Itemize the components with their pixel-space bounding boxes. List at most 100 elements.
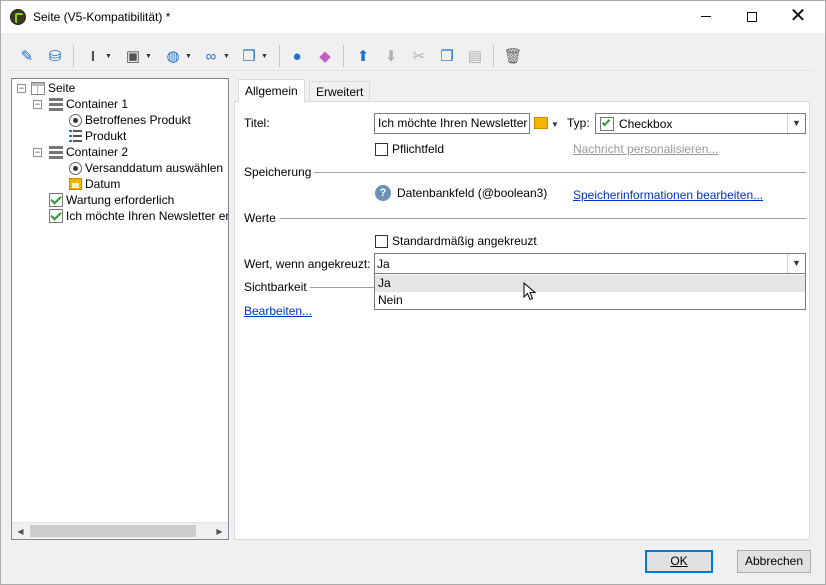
mouse-cursor-icon <box>523 282 537 301</box>
required-label: Pflichtfeld <box>392 142 445 156</box>
section-divider <box>280 218 806 219</box>
title-bar: Seite (V5-Kompatibilität) * ✕ <box>1 1 825 33</box>
radio-icon <box>67 112 83 128</box>
minimize-button[interactable] <box>683 1 729 33</box>
cancel-button-label: Abbrechen <box>744 554 804 568</box>
scroll-right-icon[interactable]: ▶ <box>211 523 228 539</box>
required-checkbox[interactable] <box>375 143 388 156</box>
chevron-down-icon[interactable]: ▼ <box>551 120 559 129</box>
collapse-toggle-container-1[interactable]: − <box>33 100 42 109</box>
toolbar-button-move-down[interactable]: ⬇ <box>381 45 401 67</box>
checkbox-icon <box>600 117 614 131</box>
toolbar-separator <box>493 45 494 67</box>
help-icon: ? <box>375 185 391 201</box>
toolbar-button-paste[interactable]: ▤ <box>465 45 485 67</box>
toolbar-button-copy[interactable]: ❐ <box>437 45 457 67</box>
toolbar-separator <box>279 45 280 67</box>
text-edit-icon[interactable] <box>534 117 548 129</box>
tree-node-betroffenes-produkt[interactable]: Betroffenes Produkt <box>67 112 191 128</box>
toolbar-button-package[interactable]: ❒ ▼ <box>239 45 268 67</box>
checked-value-label: Wert, wenn angekreuzt: <box>244 257 371 271</box>
toolbar-button-wizard[interactable]: ✎ <box>17 45 37 67</box>
ok-button[interactable]: OK <box>645 550 713 573</box>
type-select[interactable]: Checkbox ▼ <box>595 113 806 134</box>
tree-node-produkt[interactable]: Produkt <box>67 128 126 144</box>
tab-allgemein[interactable]: Allgemein <box>238 79 305 103</box>
dropdown-option-ja[interactable]: Ja <box>375 275 805 292</box>
tree-node-seite[interactable]: Seite <box>30 80 75 96</box>
tree-node-label: Produkt <box>85 129 127 143</box>
toolbar-button-shapes[interactable]: ◆ <box>315 45 335 67</box>
collapse-toggle-container-2[interactable]: − <box>33 148 42 157</box>
toolbar-button-database[interactable]: ⛁ <box>45 45 65 67</box>
edit-visibility-link[interactable]: Bearbeiten... <box>244 304 312 318</box>
close-button[interactable]: ✕ <box>775 1 821 33</box>
tree-node-label: Betroffenes Produkt <box>85 113 191 127</box>
toolbar-button-field-add[interactable]: ▣ ▼ <box>123 45 152 67</box>
structure-tree[interactable]: − Seite − Container 1 Betroffenes Produk… <box>11 78 229 540</box>
toolbar-button-text-field[interactable]: I ▼ <box>83 45 112 67</box>
tab-erweitert[interactable]: Erweitert <box>309 81 371 102</box>
toolbar-button-cut[interactable]: ✂ <box>409 45 429 67</box>
toolbar-separator <box>343 45 344 67</box>
app-logo-icon <box>10 9 26 25</box>
tree-node-container-2[interactable]: Container 2 <box>48 144 128 160</box>
shapes-icon: ◆ <box>319 48 331 65</box>
tree-node-versanddatum[interactable]: Versanddatum auswählen <box>67 160 223 176</box>
paste-icon: ▤ <box>467 48 483 65</box>
toolbar-button-globe[interactable]: ◍ ▼ <box>163 45 192 67</box>
tree-node-container-1[interactable]: Container 1 <box>48 96 128 112</box>
default-checked-label: Standardmäßig angekreuzt <box>392 234 537 248</box>
copy-icon: ❐ <box>440 48 454 65</box>
user-icon: ● <box>292 47 302 65</box>
title-label: Titel: <box>244 116 270 130</box>
toolbar-button-user[interactable]: ● <box>287 45 307 67</box>
tree-node-wartung[interactable]: Wartung erforderlich <box>48 192 174 208</box>
title-input[interactable]: Ich möchte Ihren Newsletter <box>374 113 530 134</box>
default-checked-checkbox[interactable] <box>375 235 388 248</box>
cut-icon: ✂ <box>412 48 426 65</box>
storage-info-link[interactable]: Speicherinformationen bearbeiten... <box>573 188 763 202</box>
chevron-down-icon[interactable]: ▼ <box>787 114 805 133</box>
container-icon <box>48 144 64 160</box>
chevron-down-icon: ▼ <box>105 52 112 60</box>
personalize-link[interactable]: Nachricht personalisieren... <box>573 142 718 156</box>
minimize-icon <box>701 16 711 17</box>
field-add-icon: ▣ <box>125 48 141 65</box>
horizontal-scrollbar[interactable]: ◀ ▶ <box>12 522 228 539</box>
collapse-toggle-seite[interactable]: − <box>17 84 26 93</box>
tree-node-newsletter[interactable]: Ich möchte Ihren Newsletter er <box>48 208 229 224</box>
chevron-down-icon: ▼ <box>185 52 192 60</box>
maximize-button[interactable] <box>729 1 775 33</box>
wizard-icon: ✎ <box>20 48 34 65</box>
package-icon: ❒ <box>242 48 256 65</box>
toolbar-button-link[interactable]: ∞ ▼ <box>201 45 230 67</box>
text-cursor-icon: I <box>90 47 96 65</box>
tree-node-label: Container 1 <box>66 97 129 111</box>
checkbox-icon <box>48 208 64 224</box>
storage-section-heading: Speicherung <box>244 165 312 179</box>
tree-node-label: Ich möchte Ihren Newsletter er <box>66 209 229 223</box>
toolbar-button-move-up[interactable]: ⬆ <box>353 45 373 67</box>
dialog-window: Seite (V5-Kompatibilität) * ✕ ✎ ⛁ I ▼ ▣ ▼ … <box>0 0 826 585</box>
date-icon <box>67 176 83 192</box>
values-section-heading: Werte <box>244 211 276 225</box>
checked-value-dropdown-list[interactable]: Ja Nein <box>374 273 806 310</box>
checked-value-select[interactable]: Ja ▼ <box>374 253 806 274</box>
maximize-icon <box>747 12 757 22</box>
scroll-left-icon[interactable]: ◀ <box>12 523 29 539</box>
toolbar-button-delete[interactable]: 🗑 <box>503 45 523 67</box>
tree-node-label: Seite <box>48 81 76 95</box>
page-icon <box>30 80 46 96</box>
dropdown-option-nein[interactable]: Nein <box>375 292 805 309</box>
globe-icon: ◍ <box>166 48 180 65</box>
toolbar: ✎ ⛁ I ▼ ▣ ▼ ◍ ▼ ∞ ▼ ❒ ▼ ● ◆ ⬆ ⬇ ✂ ❐ ▤ 🗑 <box>9 41 813 71</box>
database-icon: ⛁ <box>48 48 62 65</box>
list-icon <box>67 128 83 144</box>
chevron-down-icon[interactable]: ▼ <box>787 254 805 273</box>
scrollbar-thumb[interactable] <box>30 525 196 537</box>
section-divider <box>310 287 374 288</box>
cancel-button[interactable]: Abbrechen <box>737 550 811 573</box>
tree-node-label: Datum <box>85 177 121 191</box>
tree-node-datum[interactable]: Datum <box>67 176 120 192</box>
